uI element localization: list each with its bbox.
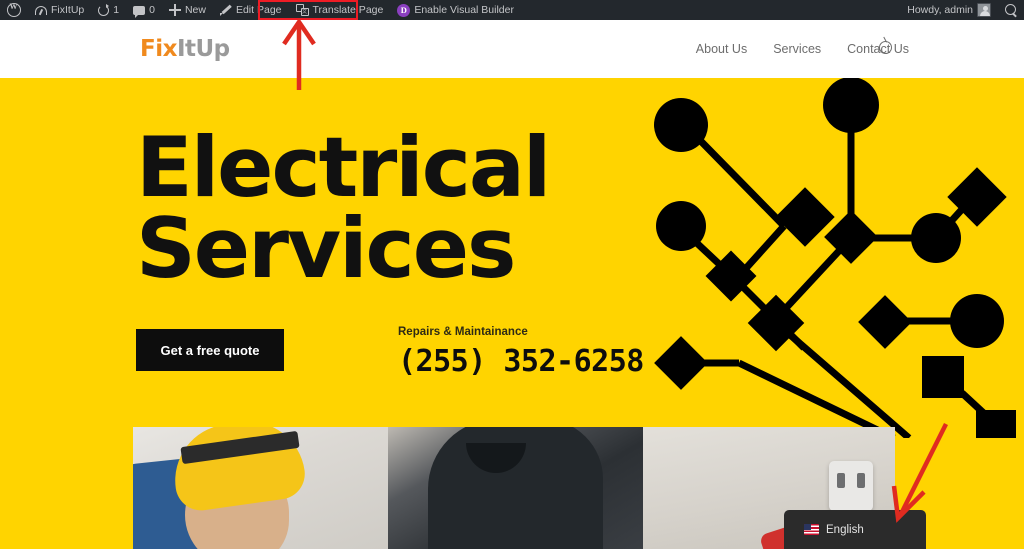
arrow-to-translate-page (282, 18, 316, 90)
translate-page-label: Translate Page (312, 4, 384, 16)
site-logo[interactable]: FixItUp (140, 36, 230, 62)
admin-bar-item-enable-visual-builder[interactable]: D Enable Visual Builder (390, 0, 521, 20)
page-title: Electrical Services (136, 126, 551, 290)
phone-number[interactable]: (255) 352-6258 (398, 344, 644, 379)
edit-page-label: Edit Page (235, 4, 282, 16)
photo-strip (133, 427, 895, 549)
avatar (977, 3, 991, 17)
divi-icon: D (397, 3, 411, 17)
new-content-label: New (184, 4, 206, 16)
updates-count: 1 (113, 4, 120, 16)
circuit-board-graphic (654, 78, 1016, 438)
comments-count: 0 (149, 4, 155, 16)
cta-label: Get a free quote (160, 342, 260, 358)
logo-text-secondary: ItUp (176, 36, 230, 62)
photo-worker-dark-jacket (388, 427, 643, 549)
wp-logo-button[interactable] (0, 0, 28, 20)
phone-label: Repairs & Maintainance (398, 326, 528, 338)
admin-bar-item-site-name[interactable]: FixItUp (28, 0, 91, 20)
site-header: FixItUp About Us Services Contact Us (0, 20, 1024, 78)
nav-item-about-us[interactable]: About Us (696, 42, 747, 56)
refresh-icon (98, 3, 110, 16)
admin-bar-search-button[interactable] (998, 0, 1024, 20)
site-name-label: FixItUp (51, 4, 85, 16)
search-icon (1005, 4, 1017, 16)
hero-title-line-2: Services (136, 199, 516, 297)
nav-item-services[interactable]: Services (773, 42, 821, 56)
arrow-to-language-switcher (891, 422, 949, 523)
photo-electrician-helmet (133, 427, 388, 549)
wordpress-logo-icon (7, 2, 21, 17)
admin-bar-item-my-account[interactable]: Howdy, admin (900, 0, 998, 20)
admin-bar-item-updates[interactable]: 1 (91, 0, 126, 20)
comment-icon (133, 5, 146, 18)
us-flag-icon (804, 524, 819, 535)
header-search-button[interactable] (878, 41, 894, 57)
howdy-label: Howdy, admin (907, 4, 973, 16)
pencil-icon (219, 4, 232, 16)
enable-visual-builder-label: Enable Visual Builder (414, 4, 514, 16)
admin-bar-item-new[interactable]: New (162, 0, 213, 20)
plus-icon (168, 4, 181, 16)
get-a-free-quote-button[interactable]: Get a free quote (136, 329, 284, 371)
wp-admin-bar: FixItUp 1 0 New Edit Page 文 Translate Pa… (0, 0, 1024, 20)
logo-text-primary: Fix (140, 36, 177, 62)
admin-bar-item-comments[interactable]: 0 (126, 0, 162, 20)
wall-outlet-shape (829, 461, 873, 511)
gauge-icon (35, 5, 47, 15)
language-switcher-label: English (826, 523, 864, 536)
phone-block: Repairs & Maintainance (255) 352-6258 (398, 326, 644, 379)
